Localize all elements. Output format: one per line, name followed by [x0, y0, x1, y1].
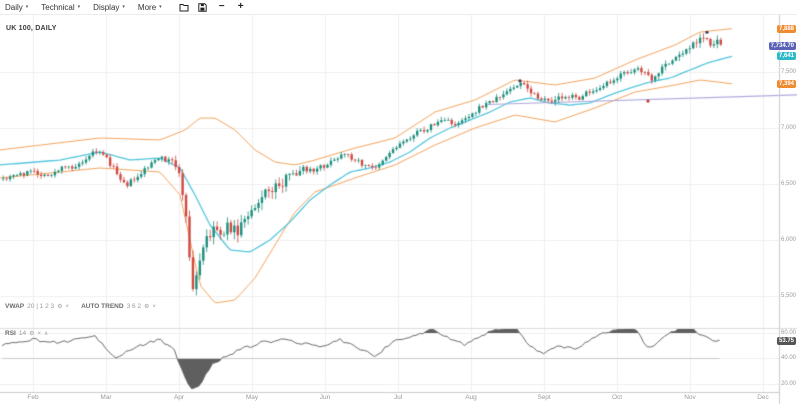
chevron-down-icon: ▾ — [122, 5, 125, 10]
indicator-vwap-name: VWAP — [5, 303, 24, 310]
rsi-indicator-row: RSI 14 ⚙ × ∧ — [5, 330, 48, 337]
zoom-out-icon[interactable]: − — [217, 2, 227, 12]
close-icon[interactable]: × — [66, 304, 70, 310]
close-icon[interactable]: × — [152, 304, 156, 310]
indicator-vwap[interactable]: VWAP 20 | 1 2 3 ⚙ × — [5, 303, 69, 310]
menu-technical[interactable]: Technical ▾ — [41, 3, 80, 12]
toolbar: Daily ▾ Technical ▾ Display ▾ More ▾ − + — [0, 0, 797, 15]
zoom-in-icon[interactable]: + — [236, 2, 246, 12]
indicator-rsi-params: 14 — [19, 330, 26, 337]
indicator-row: VWAP 20 | 1 2 3 ⚙ × AUTO TREND 3 6 2 ⚙ × — [5, 303, 156, 310]
open-chart-icon[interactable] — [179, 2, 189, 12]
price-chart-canvas[interactable] — [0, 0, 797, 404]
chevron-down-icon: ▾ — [159, 5, 162, 10]
indicator-auto-trend[interactable]: AUTO TREND 3 6 2 ⚙ × — [81, 303, 156, 310]
menu-technical-label: Technical — [41, 3, 74, 12]
menu-more-label: More — [138, 3, 156, 12]
chevron-down-icon: ▾ — [78, 5, 81, 10]
indicator-rsi-name: RSI — [5, 330, 16, 337]
chevron-up-icon[interactable]: ∧ — [44, 331, 48, 337]
menu-daily[interactable]: Daily ▾ — [5, 3, 28, 12]
save-chart-icon[interactable] — [198, 2, 208, 12]
close-icon[interactable]: × — [37, 331, 41, 337]
toolbar-icons: − + — [179, 2, 246, 12]
menu-display-label: Display — [93, 3, 119, 12]
indicator-rsi[interactable]: RSI 14 ⚙ × ∧ — [5, 330, 48, 337]
indicator-auto-trend-name: AUTO TREND — [81, 303, 124, 310]
menu-daily-label: Daily — [5, 3, 23, 12]
gear-icon[interactable]: ⚙ — [29, 331, 34, 337]
menu-more[interactable]: More ▾ — [138, 3, 162, 12]
indicator-vwap-params: 20 | 1 2 3 — [27, 303, 54, 310]
menu-display[interactable]: Display ▾ — [93, 3, 125, 12]
gear-icon[interactable]: ⚙ — [144, 304, 149, 310]
indicator-auto-trend-params: 3 6 2 — [127, 303, 141, 310]
chevron-down-icon: ▾ — [26, 5, 29, 10]
gear-icon[interactable]: ⚙ — [57, 304, 62, 310]
